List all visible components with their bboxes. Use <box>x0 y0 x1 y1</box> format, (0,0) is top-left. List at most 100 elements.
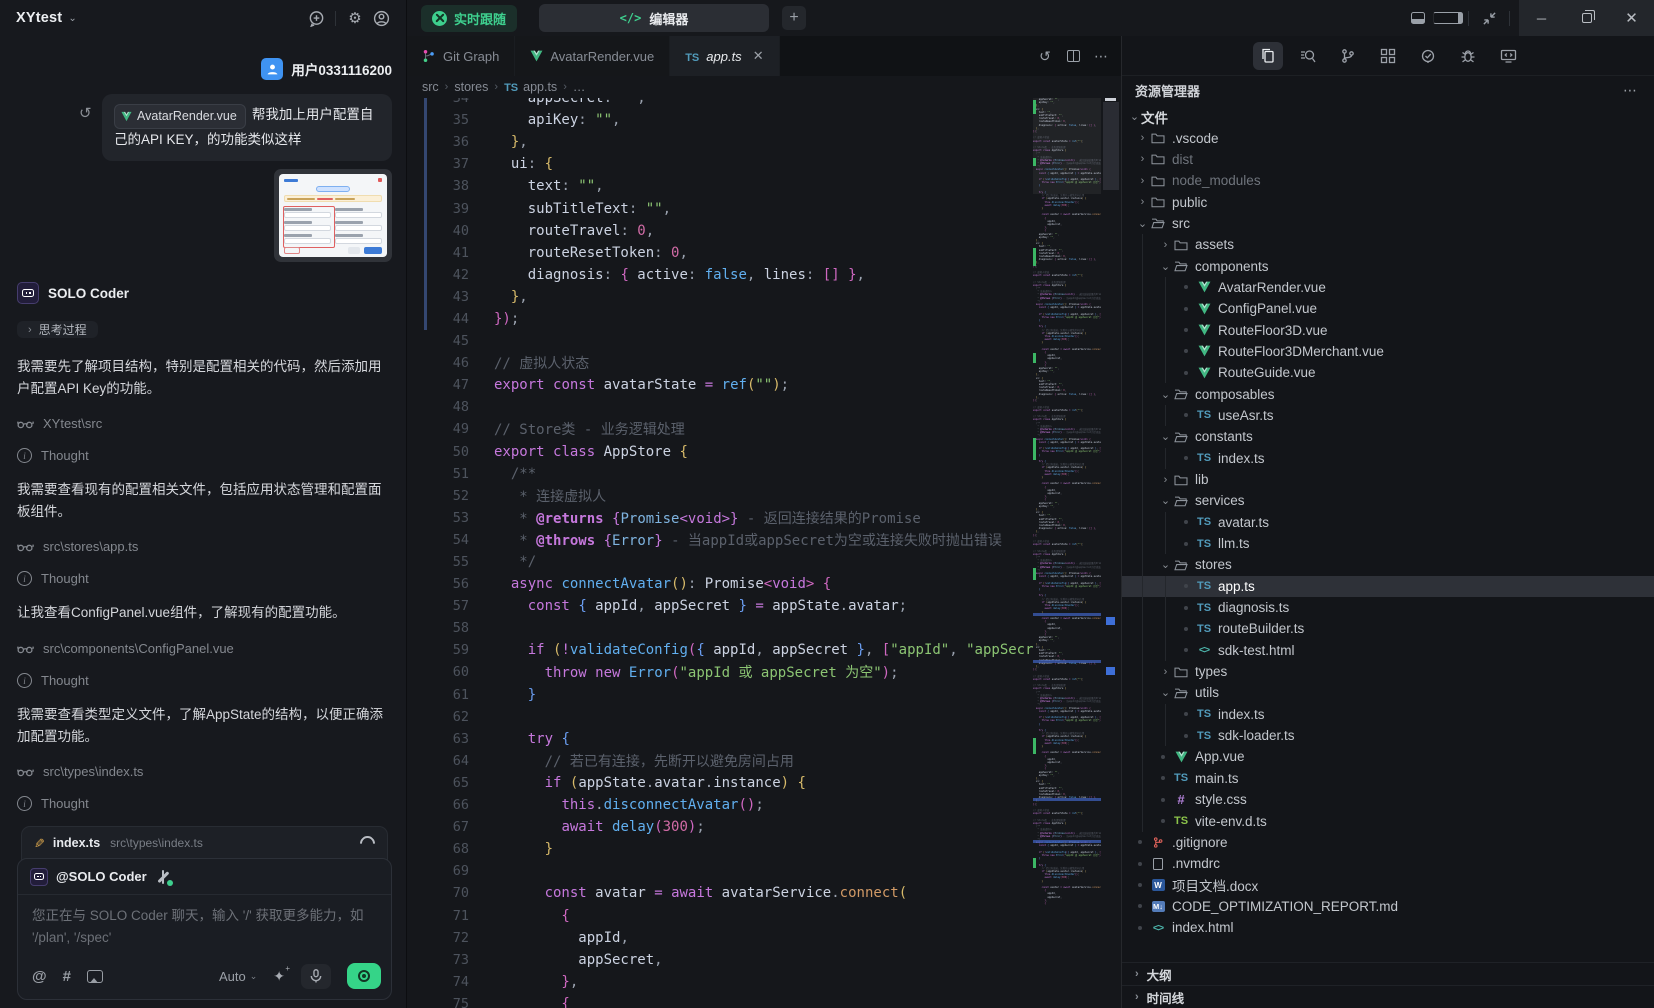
new-chat-button[interactable] <box>303 5 329 31</box>
tree-row-services[interactable]: ⌄services <box>1122 490 1654 511</box>
tab-avatarrender-vue[interactable]: AvatarRender.vue <box>515 36 670 76</box>
tools-icon[interactable] <box>155 869 171 885</box>
tree-row-public[interactable]: ›public <box>1122 191 1654 212</box>
more-actions-icon[interactable]: ⋯ <box>1089 44 1113 68</box>
editor-actions: ↺ ⋯ <box>1033 36 1121 76</box>
tree-row-index.html[interactable]: <>index.html <box>1122 917 1654 938</box>
mention-button[interactable]: @ <box>32 968 47 985</box>
tree-row-vite-env.d.ts[interactable]: TSvite-env.d.ts <box>1122 810 1654 831</box>
tree-row-types[interactable]: ›types <box>1122 661 1654 682</box>
toggle-bottom-panel-button[interactable] <box>1403 4 1433 32</box>
tree-row-routefloor3d.vue[interactable]: RouteFloor3D.vue <box>1122 319 1654 340</box>
tree-row-llm.ts[interactable]: TSllm.ts <box>1122 533 1654 554</box>
tree-row-.gitignore[interactable]: .gitignore <box>1122 832 1654 853</box>
tree-row-src[interactable]: ⌄src <box>1122 213 1654 234</box>
search-icon[interactable] <box>1293 42 1323 70</box>
breadcrumb-item[interactable]: src <box>422 80 439 94</box>
toggle-right-panel-button[interactable] <box>1433 4 1463 32</box>
screenshot-thumbnail[interactable] <box>274 169 392 262</box>
tree-row-assets[interactable]: ›assets <box>1122 234 1654 255</box>
tree-row-useasr.ts[interactable]: TSuseAsr.ts <box>1122 405 1654 426</box>
tree-row-utils[interactable]: ⌄utils <box>1122 682 1654 703</box>
explorer-icon[interactable] <box>1253 42 1283 70</box>
close-button[interactable]: ✕ <box>1609 0 1654 36</box>
scrollbar-thumb[interactable] <box>1103 102 1119 190</box>
add-tab-button[interactable]: + <box>782 6 806 30</box>
close-icon[interactable]: ✕ <box>753 48 764 64</box>
minimize-button[interactable]: ─ <box>1519 0 1564 36</box>
tree-row-composables[interactable]: ⌄composables <box>1122 383 1654 404</box>
chevron-right-icon: › <box>1159 474 1172 486</box>
thought-icon: i <box>17 448 32 463</box>
retry-icon[interactable]: ↺ <box>79 104 92 122</box>
tree-row-app.ts[interactable]: TSapp.ts <box>1122 576 1654 597</box>
tree-row-stores[interactable]: ⌄stores <box>1122 554 1654 575</box>
tree-row-sdk-loader.ts[interactable]: TSsdk-loader.ts <box>1122 725 1654 746</box>
file-reference[interactable]: src\components\ConfigPanel.vue <box>17 641 392 656</box>
tree-row-app.vue[interactable]: App.vue <box>1122 746 1654 767</box>
editor-scrollbar[interactable] <box>1101 98 1121 1008</box>
source-control-icon[interactable] <box>1333 42 1363 70</box>
restore-button[interactable] <box>1564 0 1609 36</box>
tree-row-code-optimization-report.md[interactable]: M↓CODE_OPTIMIZATION_REPORT.md <box>1122 896 1654 917</box>
chat-input-box[interactable]: @SOLO Coder 您正在与 SOLO Coder 聊天，输入 '/' 获取… <box>17 858 392 1000</box>
tree-row-.nvmdrc[interactable]: .nvmdrc <box>1122 853 1654 874</box>
tree-row--.docx[interactable]: W项目文档.docx <box>1122 874 1654 895</box>
project-selector[interactable]: XYtest <box>16 10 62 26</box>
mode-dropdown[interactable]: Auto⌄ <box>219 969 257 984</box>
tree-row-main.ts[interactable]: TSmain.ts <box>1122 768 1654 789</box>
sparkle-icon[interactable]: ✦+ <box>273 968 285 985</box>
live-follow-badge[interactable]: 实时跟随 <box>421 5 517 32</box>
editor-mode-pill[interactable]: </> 编辑器 <box>539 4 769 32</box>
tree-row-components[interactable]: ⌄components <box>1122 255 1654 276</box>
tree-row-constants[interactable]: ⌄constants <box>1122 426 1654 447</box>
breadcrumb-item[interactable]: TSapp.ts <box>504 80 557 94</box>
tab-app-ts[interactable]: TSapp.ts✕ <box>670 36 779 76</box>
tree-section-文件[interactable]: ⌄文件 <box>1122 106 1654 127</box>
tree-row-lib[interactable]: ›lib <box>1122 469 1654 490</box>
tree-row-avatarrender.vue[interactable]: AvatarRender.vue <box>1122 277 1654 298</box>
account-button[interactable] <box>368 5 394 31</box>
outline-section[interactable]: › 大纲 <box>1122 962 1654 985</box>
breadcrumb-item[interactable]: stores <box>454 80 488 94</box>
tab-git-graph[interactable]: Git Graph <box>407 36 515 76</box>
thinking-process-toggle[interactable]: › 思考过程 <box>17 321 98 338</box>
tree-row-node-modules[interactable]: ›node_modules <box>1122 170 1654 191</box>
tree-row-configpanel.vue[interactable]: ConfigPanel.vue <box>1122 298 1654 319</box>
tree-row-avatar.ts[interactable]: TSavatar.ts <box>1122 512 1654 533</box>
tree-row-routeguide.vue[interactable]: RouteGuide.vue <box>1122 362 1654 383</box>
file-chip[interactable]: AvatarRender.vue <box>114 104 246 129</box>
tree-row-.vscode[interactable]: ›.vscode <box>1122 127 1654 148</box>
tree-row-sdk-test.html[interactable]: <>sdk-test.html <box>1122 640 1654 661</box>
stop-record-button[interactable] <box>347 963 381 989</box>
debug-icon[interactable] <box>1453 42 1483 70</box>
file-reference[interactable]: src\types\index.ts <box>17 764 392 779</box>
attach-image-button[interactable] <box>87 970 103 983</box>
minimap[interactable]: appSecret: "", apiKey: "", }, ui: { text… <box>1033 98 1101 1008</box>
more-actions-icon[interactable]: ⋯ <box>1623 82 1638 99</box>
activity-bar <box>1122 36 1654 76</box>
timeline-section[interactable]: › 时间线 <box>1122 985 1654 1008</box>
extensions-icon[interactable] <box>1373 42 1403 70</box>
tree-row-index.ts[interactable]: TSindex.ts <box>1122 448 1654 469</box>
tree-row-diagnosis.ts[interactable]: TSdiagnosis.ts <box>1122 597 1654 618</box>
microphone-button[interactable] <box>301 964 331 989</box>
testing-icon[interactable] <box>1413 42 1443 70</box>
history-icon[interactable]: ↺ <box>1033 44 1057 68</box>
tree-row-routefloor3dmerchant.vue[interactable]: RouteFloor3DMerchant.vue <box>1122 341 1654 362</box>
collapse-window-button[interactable] <box>1474 4 1504 32</box>
tree-row-index.ts[interactable]: TSindex.ts <box>1122 704 1654 725</box>
tree-row-style.css[interactable]: #style.css <box>1122 789 1654 810</box>
code-editor[interactable]: 34 appSecret: "",35 apiKey: "",36 },37 u… <box>407 98 1121 1008</box>
file-reference[interactable]: src\stores\app.ts <box>17 539 392 554</box>
chat-input-placeholder[interactable]: 您正在与 SOLO Coder 聊天，输入 '/' 获取更多能力，如 '/pla… <box>18 895 391 963</box>
breadcrumb-item[interactable]: … <box>573 80 586 94</box>
file-dot <box>1138 862 1142 866</box>
tree-row-routebuilder.ts[interactable]: TSrouteBuilder.ts <box>1122 618 1654 639</box>
gear-icon[interactable]: ⚙ <box>342 5 368 31</box>
tree-row-dist[interactable]: ›dist <box>1122 149 1654 170</box>
context-hash-button[interactable]: # <box>63 968 71 985</box>
split-editor-icon[interactable] <box>1061 44 1085 68</box>
live-preview-icon[interactable] <box>1493 42 1523 70</box>
file-reference[interactable]: XYtest\src <box>17 416 392 431</box>
